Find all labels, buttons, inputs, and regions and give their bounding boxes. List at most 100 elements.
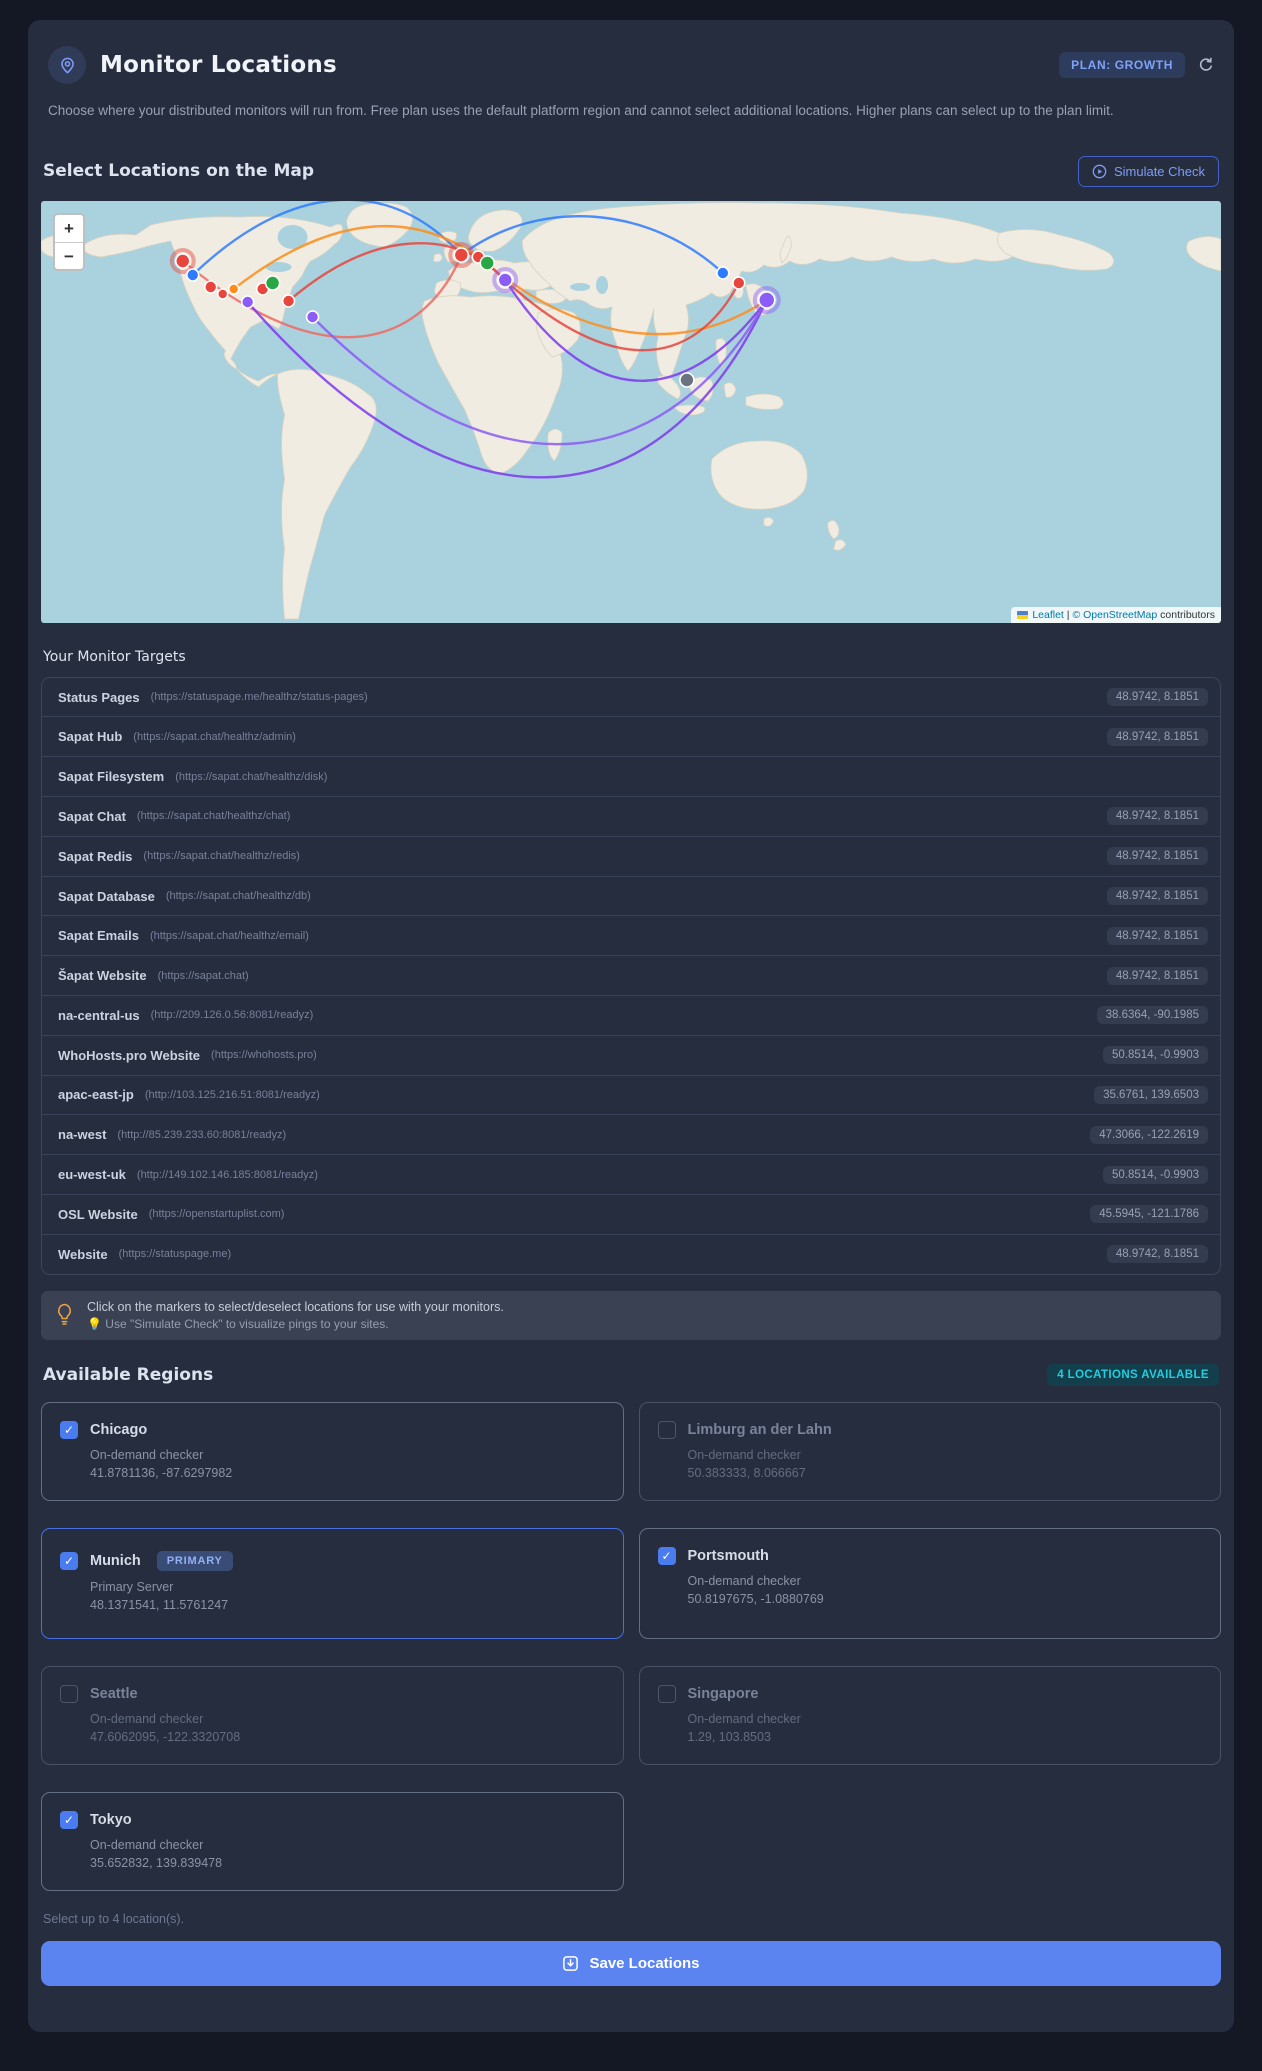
- leaflet-link[interactable]: Leaflet: [1032, 609, 1064, 621]
- osm-link[interactable]: © OpenStreetMap: [1072, 609, 1157, 621]
- region-coords: 41.8781136, -87.6297982: [90, 1465, 233, 1480]
- target-row: WhoHosts.pro Website (https://whohosts.pr…: [42, 1034, 1220, 1075]
- target-row: na-central-us (http://209.126.0.56:8081/r…: [42, 995, 1220, 1035]
- target-url: (https://sapat.chat/healthz/chat): [136, 810, 291, 823]
- world-map[interactable]: + − Leaflet | © OpenStreetMap contributo…: [41, 200, 1221, 623]
- target-coords-badge: 47.3066, -122.2619: [1090, 1125, 1208, 1144]
- map-marker[interactable]: [479, 254, 496, 271]
- play-circle-icon: [1092, 164, 1107, 178]
- region-coords: 50.383333, 8.066667: [687, 1465, 806, 1480]
- map-marker[interactable]: [227, 282, 240, 295]
- targets-list: Status Pages (https://statuspage.me/healt…: [41, 676, 1221, 1275]
- target-coords-badge: 50.8514, -0.9903: [1103, 1046, 1208, 1065]
- header: Monitor Locations PLAN: GROWTH: [41, 46, 1221, 84]
- map-marker[interactable]: [305, 309, 320, 324]
- target-name: na-central-us: [58, 1007, 140, 1023]
- target-coords-badge: 48.9742, 8.1851: [1106, 807, 1208, 826]
- target-name: WhoHosts.pro Website: [58, 1047, 201, 1063]
- region-coords: 35.652832, 139.839478: [90, 1855, 223, 1870]
- region-name: Portsmouth: [687, 1547, 769, 1564]
- map-marker[interactable]: [716, 265, 730, 280]
- map-marker[interactable]: [216, 287, 229, 300]
- region-coords: 48.1371541, 11.5761247: [90, 1597, 229, 1612]
- region-checkbox[interactable]: ✓: [60, 1551, 78, 1570]
- target-url: (http://103.125.216.51:8081/readyz): [144, 1088, 320, 1101]
- zoom-out-button[interactable]: −: [55, 241, 83, 269]
- target-coords-badge: 48.9742, 8.1851: [1106, 847, 1208, 866]
- region-card-munich[interactable]: ✓ Munich PRIMARY Primary Server 48.13715…: [41, 1527, 624, 1639]
- target-url: (https://sapat.chat/healthz/admin): [133, 730, 296, 743]
- map-marker[interactable]: [281, 293, 296, 308]
- region-coords: 47.6062095, -122.3320708: [90, 1729, 241, 1744]
- target-name: Sapat Redis: [58, 848, 133, 864]
- target-row: Šapat Website (https://sapat.chat) 48.9742…: [42, 955, 1220, 995]
- target-coords-badge: 48.9742, 8.1851: [1106, 688, 1208, 707]
- region-card-singapore[interactable]: Singapore On-demand checker 1.29, 103.85…: [638, 1665, 1221, 1765]
- region-name: Tokyo: [90, 1811, 132, 1828]
- target-url: (http://209.126.0.56:8081/readyz): [150, 1009, 314, 1022]
- target-url: (https://sapat.chat/healthz/disk): [175, 770, 328, 783]
- region-name: Chicago: [90, 1421, 148, 1438]
- map-marker[interactable]: [679, 371, 695, 388]
- target-name: eu-west-uk: [58, 1167, 126, 1183]
- target-name: Sapat Chat: [58, 808, 126, 824]
- region-name: Limburg an der Lahn: [687, 1421, 832, 1438]
- target-name: Sapat Hub: [58, 729, 123, 745]
- simulate-check-button[interactable]: Simulate Check: [1077, 155, 1219, 187]
- target-row: eu-west-uk (http://149.102.146.185:8081/r…: [42, 1154, 1220, 1194]
- location-pin-icon: [48, 46, 86, 84]
- zoom-in-button[interactable]: +: [55, 214, 83, 242]
- region-coords: 50.8197675, -1.0880769: [687, 1591, 824, 1606]
- tip-box: Click on the markers to select/deselect …: [41, 1290, 1221, 1340]
- target-row: Sapat Redis (https://sapat.chat/healthz/r…: [42, 835, 1220, 876]
- plan-badge: PLAN: GROWTH: [1059, 52, 1185, 78]
- target-name: Sapat Filesystem: [58, 769, 165, 785]
- lightbulb-icon: [58, 1303, 71, 1325]
- target-name: OSL Website: [58, 1206, 138, 1222]
- region-card-chicago[interactable]: ✓ Chicago On-demand checker 41.8781136, …: [41, 1401, 624, 1501]
- region-checkbox[interactable]: [60, 1684, 78, 1703]
- target-url: (https://sapat.chat/healthz/db): [165, 890, 311, 902]
- target-url: (https://statuspage.me/healthz/status-pa…: [150, 691, 368, 704]
- target-url: (http://149.102.146.185:8081/readyz): [136, 1168, 318, 1181]
- regions-heading: Available Regions: [43, 1364, 214, 1385]
- save-locations-button[interactable]: Save Locations: [41, 1940, 1221, 1986]
- map-marker[interactable]: [497, 271, 513, 288]
- tip-line-2: 💡 Use "Simulate Check" to visualize ping…: [87, 1316, 389, 1331]
- region-checkbox[interactable]: ✓: [60, 1420, 78, 1439]
- region-desc: On-demand checker: [687, 1573, 801, 1588]
- target-row: Sapat Emails (https://sapat.chat/healthz/…: [42, 915, 1220, 955]
- region-checkbox[interactable]: [657, 1420, 676, 1439]
- target-url: (https://whohosts.pro): [211, 1049, 317, 1062]
- target-coords-badge: 48.9742, 8.1851: [1106, 926, 1208, 945]
- region-checkbox[interactable]: [657, 1684, 676, 1703]
- target-row: Sapat Database (https://sapat.chat/health…: [42, 875, 1220, 916]
- map-canvas[interactable]: [41, 200, 1221, 623]
- map-marker[interactable]: [757, 290, 776, 309]
- region-card-limburg[interactable]: Limburg an der Lahn On-demand checker 50…: [638, 1401, 1221, 1501]
- region-checkbox[interactable]: ✓: [60, 1810, 78, 1829]
- region-name: Munich: [90, 1552, 141, 1569]
- region-card-portsmouth[interactable]: ✓ Portsmouth On-demand checker 50.819767…: [638, 1527, 1221, 1639]
- map-marker[interactable]: [240, 294, 255, 309]
- region-desc: On-demand checker: [90, 1711, 204, 1726]
- target-name: Website: [58, 1246, 108, 1262]
- page-description: Choose where your distributed monitors w…: [48, 103, 1114, 118]
- map-marker[interactable]: [203, 279, 218, 294]
- target-row: Sapat Hub (https://sapat.chat/healthz/adm…: [42, 716, 1220, 756]
- region-desc: On-demand checker: [687, 1711, 801, 1726]
- map-marker[interactable]: [174, 252, 191, 269]
- map-marker[interactable]: [185, 267, 200, 282]
- target-name: Sapat Database: [58, 888, 155, 904]
- target-row: Status Pages (https://statuspage.me/healt…: [42, 678, 1220, 717]
- refresh-icon[interactable]: [1198, 57, 1214, 73]
- map-marker[interactable]: [453, 246, 470, 263]
- region-desc: On-demand checker: [90, 1447, 204, 1462]
- region-card-seattle[interactable]: Seattle On-demand checker 47.6062095, -1…: [41, 1665, 624, 1765]
- region-name: Singapore: [687, 1685, 759, 1702]
- map-marker[interactable]: [264, 274, 281, 291]
- target-coords-badge: 48.9742, 8.1851: [1106, 887, 1208, 905]
- map-marker[interactable]: [732, 275, 746, 290]
- region-card-tokyo[interactable]: ✓ Tokyo On-demand checker 35.652832, 139…: [41, 1791, 624, 1891]
- region-checkbox[interactable]: ✓: [657, 1546, 676, 1565]
